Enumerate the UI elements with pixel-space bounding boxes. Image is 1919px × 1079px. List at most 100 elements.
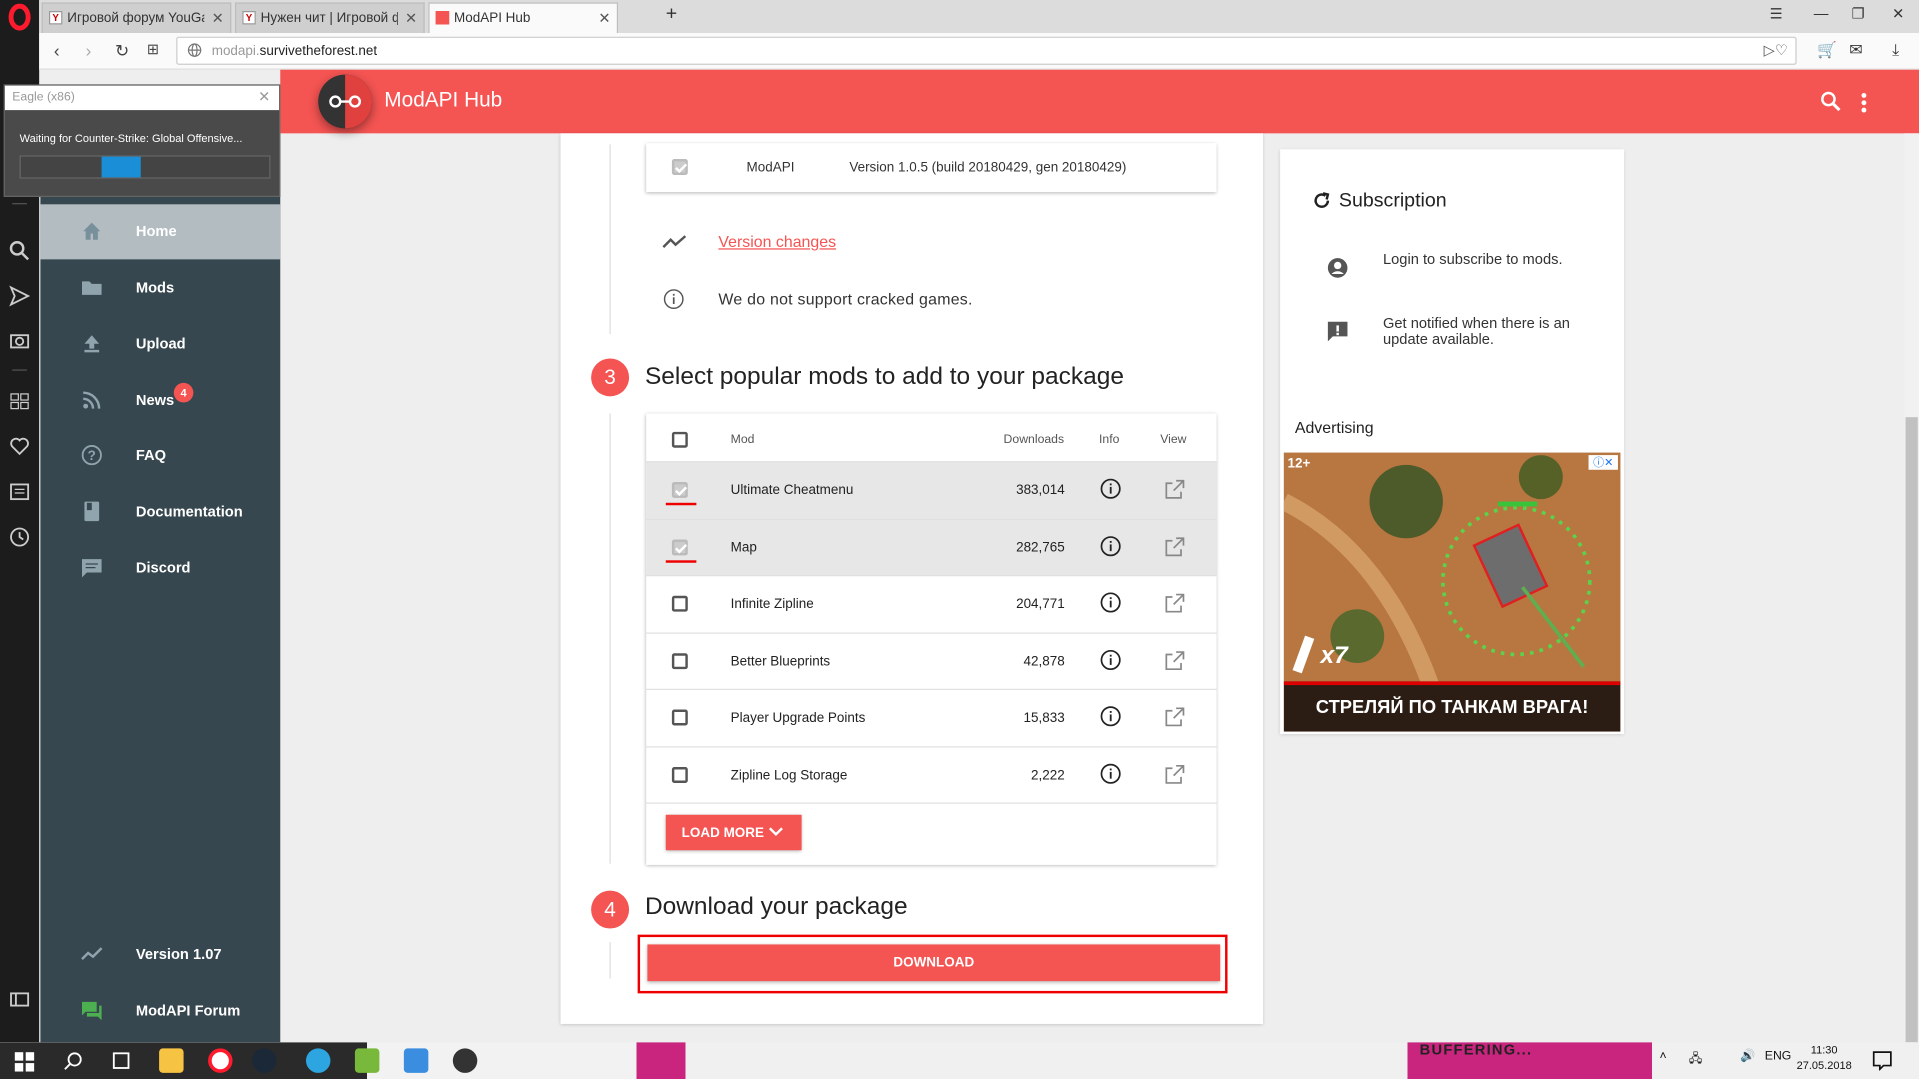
- sidebar-item-version[interactable]: Version 1.07: [40, 927, 280, 982]
- network-icon[interactable]: 🖧: [1689, 1050, 1703, 1071]
- sidebar-item-mods[interactable]: Mods: [40, 261, 280, 316]
- sidebar-item-home[interactable]: Home: [40, 204, 281, 260]
- language-indicator[interactable]: ENG: [1765, 1050, 1792, 1063]
- advertisement-banner[interactable]: 12+ x7 ⓘ✕ СТРЕЛЯЙ ПО ТАНКАМ ВРАГА!: [1283, 452, 1621, 732]
- row-checkbox[interactable]: [671, 482, 688, 498]
- sidebar-item-documentation[interactable]: Documentation: [40, 484, 280, 539]
- address-bar: ‹ › ↻ ⊞ modapi.survivetheforest.net ▷♡ 🛒…: [39, 33, 1919, 70]
- row-checkbox[interactable]: [671, 653, 688, 670]
- table-row[interactable]: Zipline Log Storage 2,222: [646, 746, 1217, 803]
- search-icon[interactable]: [1820, 91, 1842, 113]
- forward-icon[interactable]: ›: [86, 40, 92, 60]
- open-external-icon[interactable]: [1165, 651, 1185, 671]
- open-external-icon[interactable]: [1165, 764, 1185, 785]
- modapi-logo-icon[interactable]: [318, 74, 373, 129]
- download-icon[interactable]: ⤓: [1892, 40, 1899, 60]
- back-icon[interactable]: ‹: [54, 40, 60, 60]
- open-external-icon[interactable]: [1165, 537, 1185, 557]
- close-window-icon[interactable]: ✕: [1892, 5, 1904, 22]
- search-icon[interactable]: [9, 240, 31, 262]
- home-icon: [81, 220, 105, 244]
- table-row[interactable]: Better Blueprints 42,878: [646, 632, 1217, 689]
- table-row[interactable]: Player Upgrade Points 15,833: [646, 688, 1217, 746]
- version-changes-link[interactable]: Version changes: [718, 232, 836, 250]
- row-checkbox[interactable]: [671, 539, 688, 556]
- sidebar-item-faq[interactable]: ? FAQ: [40, 428, 280, 483]
- windows-start-icon[interactable]: [14, 1052, 35, 1072]
- scrollbar-thumb[interactable]: [1905, 417, 1918, 1043]
- sidebar-item-upload[interactable]: Upload: [40, 317, 280, 372]
- telegram-icon[interactable]: [305, 1048, 331, 1073]
- table-row[interactable]: Ultimate Cheatmenu 383,014: [646, 461, 1217, 519]
- notifications-icon[interactable]: [1872, 1051, 1892, 1071]
- close-icon[interactable]: ✕: [598, 10, 610, 27]
- tray-chevron-icon[interactable]: ˄: [1660, 1050, 1667, 1063]
- minimize-icon[interactable]: —: [1814, 5, 1829, 22]
- row-checkbox[interactable]: [671, 767, 688, 783]
- search-icon[interactable]: [64, 1051, 84, 1071]
- opera-logo-icon[interactable]: [7, 3, 31, 31]
- more-vert-icon[interactable]: [1859, 92, 1869, 114]
- tab-menu-icon[interactable]: ☰: [1770, 5, 1783, 22]
- eagle-loader-window: Eagle (x86) ✕ Waiting for Counter-Strike…: [3, 84, 281, 197]
- history-icon[interactable]: [9, 526, 31, 548]
- select-all-checkbox[interactable]: [671, 431, 688, 448]
- close-icon[interactable]: ✕: [405, 10, 417, 27]
- system-clock[interactable]: 11:30 27.05.2018: [1797, 1042, 1852, 1074]
- info-icon[interactable]: [1100, 763, 1121, 784]
- close-icon[interactable]: ✕: [212, 10, 224, 27]
- news-icon[interactable]: [9, 481, 31, 503]
- refresh-icon: [1312, 191, 1332, 211]
- sidebar-toggle-icon[interactable]: [9, 988, 31, 1010]
- table-row[interactable]: Map 282,765: [646, 518, 1217, 577]
- row-checkbox[interactable]: [671, 709, 688, 726]
- table-row[interactable]: Infinite Zipline 204,771: [646, 574, 1217, 632]
- speed-dial-icon[interactable]: [9, 390, 31, 412]
- sidebar-item-discord[interactable]: Discord: [40, 541, 280, 596]
- send-icon[interactable]: [9, 285, 31, 307]
- messenger-icon[interactable]: ✉: [1849, 40, 1862, 60]
- url-domain: survivetheforest.net: [259, 44, 378, 59]
- speed-dial-icon[interactable]: ⊞: [147, 40, 159, 57]
- popular-mods-table: Mod Downloads Info View Ultimate Cheatme…: [646, 413, 1217, 865]
- clock-app-icon[interactable]: [452, 1048, 478, 1073]
- trend-icon: [662, 232, 687, 252]
- close-icon[interactable]: ✕: [258, 88, 270, 105]
- ad-choices-icon[interactable]: ⓘ✕: [1588, 455, 1618, 470]
- utorrent-icon[interactable]: [354, 1048, 380, 1073]
- reload-icon[interactable]: ↻: [115, 40, 129, 61]
- download-button[interactable]: DOWNLOAD: [647, 944, 1221, 982]
- row-checkbox[interactable]: [671, 595, 688, 612]
- url-field[interactable]: modapi.survivetheforest.net ▷♡: [176, 36, 1797, 65]
- cart-icon[interactable]: 🛒: [1817, 40, 1837, 60]
- step-number-4: 4: [591, 890, 630, 929]
- new-tab-icon[interactable]: +: [666, 4, 677, 26]
- info-icon[interactable]: [1100, 478, 1121, 499]
- red-underline: [665, 560, 697, 563]
- tab-cheat-forum[interactable]: Y Нужен чит | Игровой форум ✕: [234, 2, 425, 34]
- open-external-icon[interactable]: [1165, 707, 1185, 727]
- steam-icon[interactable]: [252, 1048, 277, 1073]
- task-view-icon[interactable]: [110, 1051, 132, 1071]
- tab-modapi-hub[interactable]: ModAPI Hub ✕: [428, 2, 619, 34]
- restore-icon[interactable]: ❐: [1852, 5, 1865, 22]
- tab-yougame-forum[interactable]: Y Игровой форум YouGame.Biz ✕: [41, 2, 232, 34]
- camera-icon[interactable]: [9, 329, 31, 351]
- load-more-button[interactable]: LOAD MORE: [665, 814, 802, 851]
- info-icon[interactable]: [1100, 592, 1121, 613]
- bookmark-heart-icon[interactable]: ▷♡: [1764, 42, 1788, 59]
- favicon: Y: [48, 11, 63, 25]
- opera-taskbar-icon[interactable]: [208, 1048, 233, 1073]
- info-icon[interactable]: [1100, 536, 1121, 557]
- info-icon[interactable]: [1100, 706, 1121, 727]
- open-external-icon[interactable]: [1165, 593, 1185, 613]
- sidebar-item-modapi-forum[interactable]: ModAPI Forum: [40, 984, 280, 1039]
- info-icon[interactable]: [1100, 649, 1121, 671]
- open-external-icon[interactable]: [1165, 479, 1185, 500]
- heart-icon[interactable]: [9, 436, 31, 458]
- file-explorer-icon[interactable]: [159, 1048, 184, 1073]
- notify-text: Get notified when there is an update ava…: [1382, 314, 1570, 348]
- sidebar-item-news[interactable]: News 4: [40, 373, 280, 428]
- volume-icon[interactable]: 🔊: [1740, 1050, 1755, 1063]
- app-window-icon[interactable]: [403, 1048, 429, 1073]
